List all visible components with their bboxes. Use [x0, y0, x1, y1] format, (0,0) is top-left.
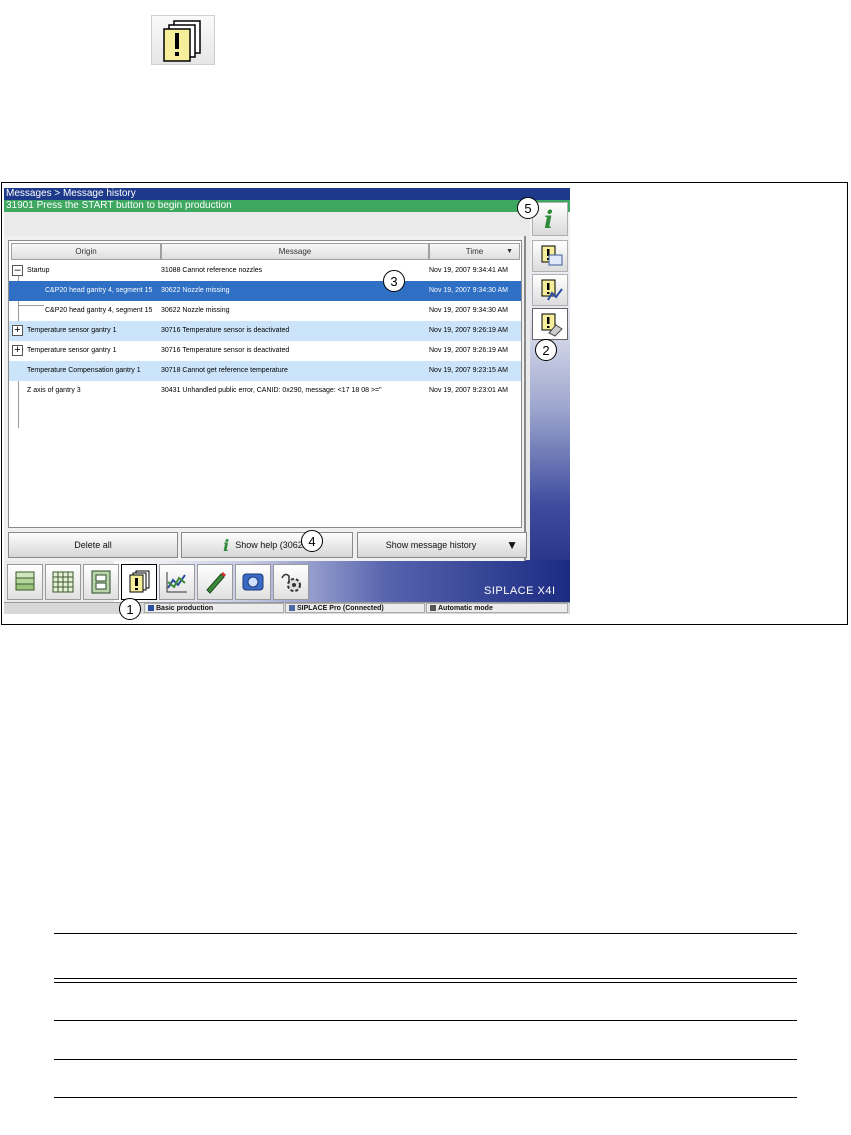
footer-mode: Basic production — [144, 603, 284, 613]
callout-2: 2 — [535, 339, 557, 361]
mode-icon — [148, 605, 154, 612]
column-header-time[interactable]: Time ▼ — [429, 243, 520, 260]
table-row[interactable]: C&P20 head gantry 4, segment 15 30622 No… — [9, 301, 521, 321]
camera-icon — [242, 573, 264, 591]
siplace-screen: Messages > Message history 31901 Press t… — [4, 188, 570, 614]
table-rule — [54, 982, 797, 983]
callout-5: 5 — [517, 197, 539, 219]
footer-connection: SIPLACE Pro (Connected) — [285, 603, 425, 613]
status-message: 31901 Press the START button to begin pr… — [4, 200, 570, 212]
table-rule — [54, 1059, 797, 1060]
board-icon — [91, 570, 111, 594]
show-help-button[interactable]: i Show help (30622) — [181, 532, 353, 558]
table-rule — [54, 978, 797, 979]
line-chart-icon — [166, 572, 187, 593]
callout-4: 4 — [301, 530, 323, 552]
table-rule — [54, 933, 797, 934]
table-row[interactable]: Temperature Compensation gantry 1 30718 … — [9, 361, 521, 381]
show-history-label: Show message history — [385, 540, 477, 550]
table-row[interactable]: + Temperature sensor gantry 1 30716 Temp… — [9, 341, 521, 361]
show-help-label: Show help (30622) — [235, 540, 311, 550]
tab-tools[interactable] — [197, 564, 233, 600]
table-row[interactable]: C&P20 head gantry 4, segment 15 30622 No… — [9, 281, 521, 301]
tab-vision[interactable] — [235, 564, 271, 600]
message-statistics-button[interactable] — [532, 274, 568, 306]
tab-station[interactable] — [83, 564, 119, 600]
column-header-origin[interactable]: Origin — [11, 243, 161, 260]
sort-arrow-icon: ▼ — [506, 248, 513, 255]
tab-settings[interactable] — [273, 564, 309, 600]
messages-icon — [151, 15, 215, 65]
footer-operation-mode: Automatic mode — [426, 603, 568, 613]
table-rule — [54, 1097, 797, 1098]
show-message-history-dropdown[interactable]: Show message history ▼ — [357, 532, 527, 558]
messages-icon — [129, 570, 150, 593]
message-history-icon — [541, 313, 563, 337]
table-row[interactable]: – Startup 31088 Cannot reference nozzles… — [9, 261, 521, 281]
gear-hand-icon — [281, 573, 301, 592]
column-header-message[interactable]: Message — [161, 243, 429, 260]
pen-icon — [206, 572, 226, 594]
automatic-mode-icon — [430, 605, 436, 612]
callout-3: 3 — [383, 270, 405, 292]
table-row[interactable]: Z axis of gantry 3 30431 Unhandled publi… — [9, 381, 521, 401]
svg-text:i: i — [544, 206, 553, 232]
table-rule — [54, 1020, 797, 1021]
brand-label: SIPLACE X4I — [484, 585, 556, 597]
grid-icon — [52, 571, 74, 593]
callout-1: 1 — [119, 598, 141, 620]
info-icon: i — [223, 535, 230, 555]
delete-all-button[interactable]: Delete all — [8, 532, 178, 558]
tab-setup[interactable] — [45, 564, 81, 600]
tab-messages[interactable] — [121, 564, 157, 600]
tab-production[interactable] — [7, 564, 43, 600]
message-history-button[interactable] — [532, 308, 568, 340]
column-header-time-label: Time — [465, 247, 484, 256]
message-table: Origin Message Time ▼ – Startup 31088 Ca… — [8, 240, 522, 528]
message-list-icon — [541, 245, 563, 266]
stack-icon — [15, 571, 35, 591]
table-row[interactable]: + Temperature sensor gantry 1 30716 Temp… — [9, 321, 521, 341]
message-chart-icon — [541, 279, 563, 301]
breadcrumb: Messages > Message history — [4, 188, 570, 200]
tab-statistics[interactable] — [159, 564, 195, 600]
connection-icon — [289, 605, 295, 612]
info-icon: i — [544, 206, 553, 232]
dropdown-arrow-icon: ▼ — [506, 538, 518, 552]
current-messages-button[interactable] — [532, 240, 568, 272]
